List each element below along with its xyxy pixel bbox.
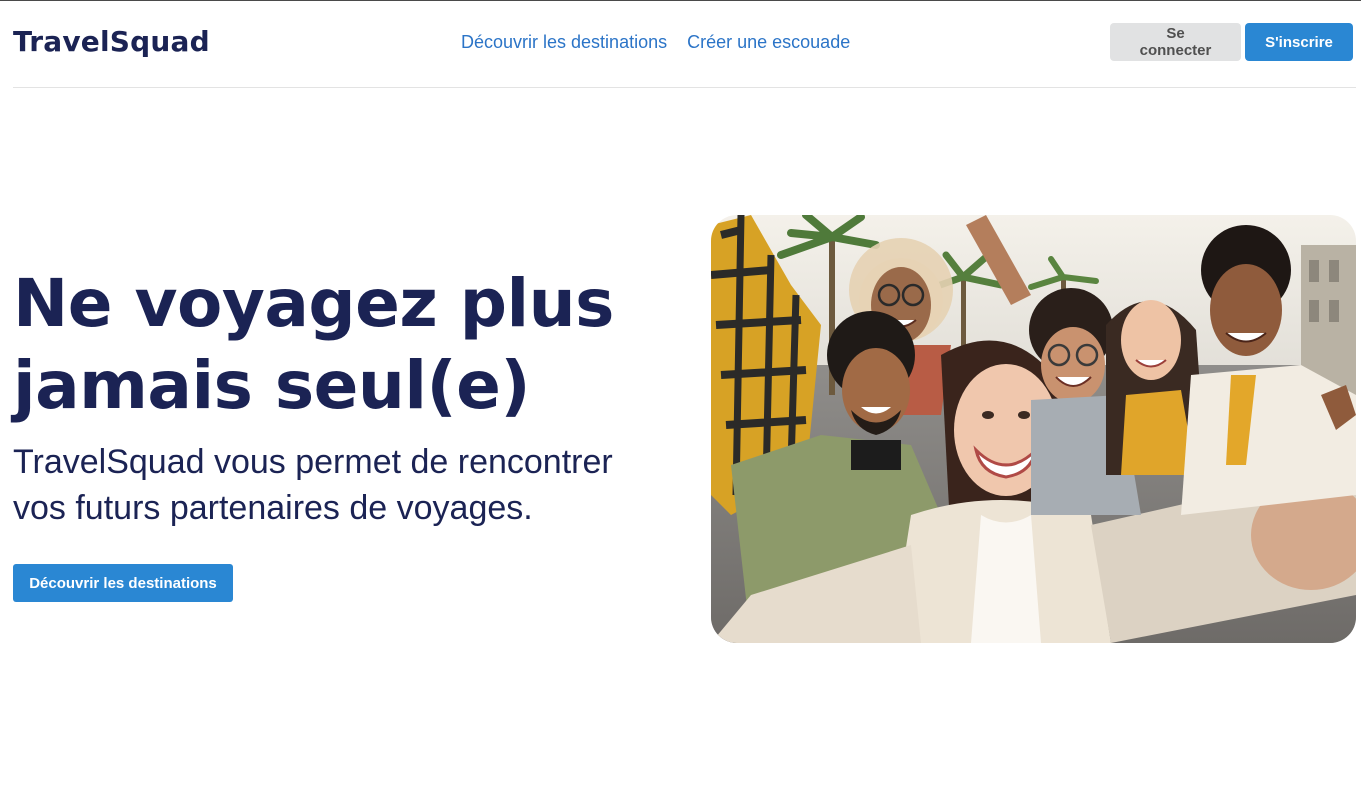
discover-destinations-button[interactable]: Découvrir les destinations [13,564,233,602]
logo[interactable]: TravelSquad [13,25,210,58]
auth-buttons: Se connecter S'inscrire [1110,23,1353,61]
hero-subtitle: TravelSquad vous permet de rencontrer vo… [13,439,653,531]
signup-button[interactable]: S'inscrire [1245,23,1353,61]
hero-title: Ne voyagez plus jamais seul(e) [13,263,653,427]
hero-subtitle-line-2: vos futurs partenaires de voyages. [13,489,533,527]
hero-subtitle-line-1: TravelSquad vous permet de rencontrer [13,443,613,481]
hero-title-line-1: Ne voyagez plus [13,265,614,342]
nav-link-discover-destinations[interactable]: Découvrir les destinations [461,32,667,53]
nav-link-create-squad[interactable]: Créer une escouade [687,32,850,53]
login-button[interactable]: Se connecter [1110,23,1241,61]
hero-photo [711,215,1356,643]
hero-title-line-2: jamais seul(e) [13,347,531,424]
main-nav: Découvrir les destinations Créer une esc… [461,32,850,53]
site-header: TravelSquad Découvrir les destinations C… [13,1,1356,88]
group-selfie-illustration [711,215,1356,643]
